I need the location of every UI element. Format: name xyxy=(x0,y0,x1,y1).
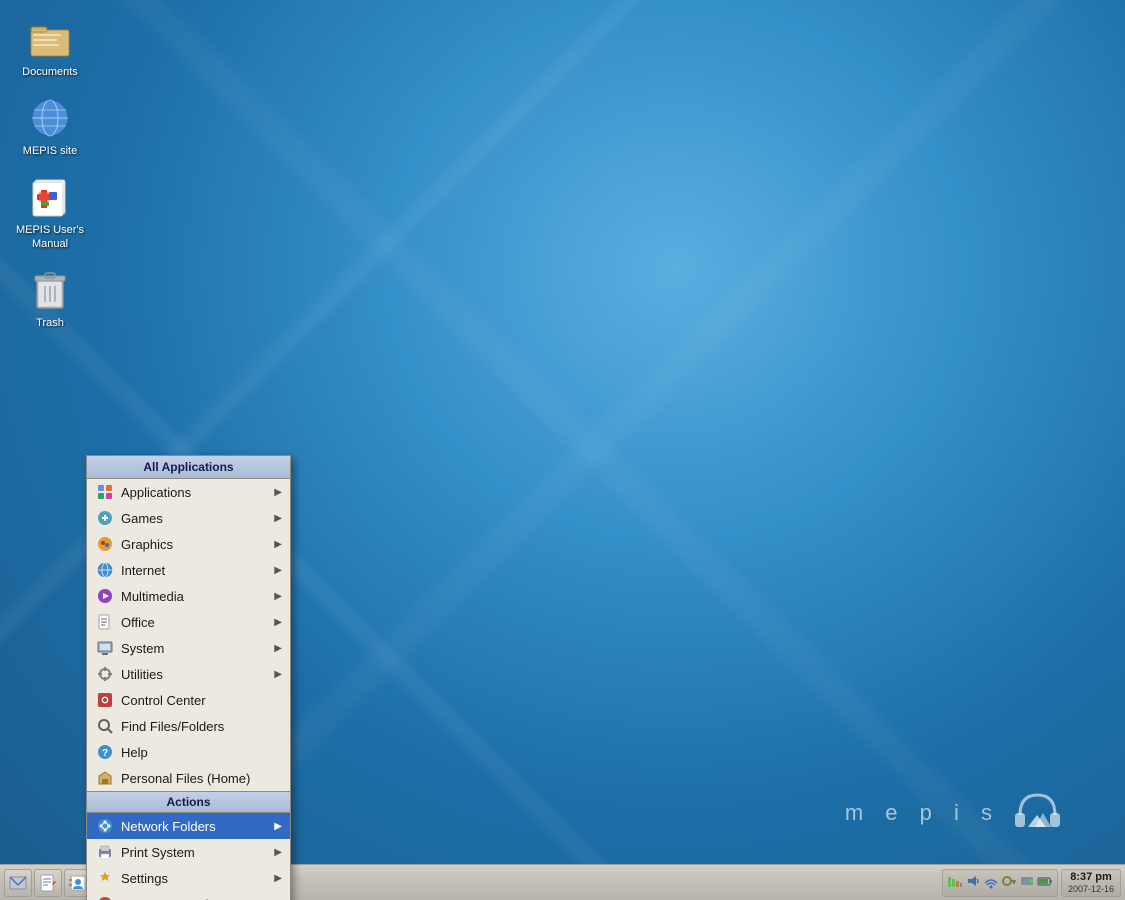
menu-item-utilities[interactable]: Utilities ▶ xyxy=(87,661,290,687)
clock-time: 8:37 pm xyxy=(1070,871,1112,884)
actions-header: Actions xyxy=(87,791,290,813)
menu-header: All Applications xyxy=(87,456,290,479)
menu-item-graphics[interactable]: Graphics ▶ xyxy=(87,531,290,557)
utilities-label: Utilities xyxy=(121,667,274,682)
applications-arrow: ▶ xyxy=(274,487,282,498)
print-system-icon xyxy=(95,842,115,862)
internet-label: Internet xyxy=(121,563,274,578)
menu-item-applications[interactable]: Applications ▶ xyxy=(87,479,290,505)
mepis-manual-icon-img xyxy=(26,173,74,221)
multimedia-arrow: ▶ xyxy=(274,591,282,602)
graphics-arrow: ▶ xyxy=(274,539,282,550)
menu-item-help[interactable]: ? Help xyxy=(87,739,290,765)
settings-icon xyxy=(95,868,115,888)
menu-item-games[interactable]: Games ▶ xyxy=(87,505,290,531)
mepis-site-icon-img xyxy=(26,94,74,142)
system-tray xyxy=(942,869,1058,897)
internet-icon xyxy=(95,560,115,580)
network-folders-arrow: ▶ xyxy=(274,821,282,832)
mepis-logo: m e p i s xyxy=(845,785,1065,840)
system-arrow: ▶ xyxy=(274,643,282,654)
clock-date: 2007-12-16 xyxy=(1068,884,1114,895)
menu-item-office[interactable]: Office ▶ xyxy=(87,609,290,635)
utilities-arrow: ▶ xyxy=(274,669,282,680)
taskbar-text-editor-button[interactable] xyxy=(34,869,62,897)
print-system-label: Print System xyxy=(121,845,274,860)
tray-volume-icon[interactable] xyxy=(965,873,981,892)
trash-icon-img xyxy=(26,266,74,314)
help-label: Help xyxy=(121,745,282,760)
find-files-icon xyxy=(95,716,115,736)
personal-files-label: Personal Files (Home) xyxy=(121,771,282,786)
office-arrow: ▶ xyxy=(274,617,282,628)
run-command-label: Run Command... xyxy=(121,897,282,900)
office-label: Office xyxy=(121,615,274,630)
mepis-manual-icon[interactable]: MEPIS User's Manual xyxy=(10,168,90,255)
tray-wifi-icon[interactable] xyxy=(983,873,999,892)
internet-arrow: ▶ xyxy=(274,565,282,576)
mepis-site-label: MEPIS site xyxy=(23,145,77,158)
menu-item-find-files[interactable]: Find Files/Folders xyxy=(87,713,290,739)
settings-arrow: ▶ xyxy=(274,873,282,884)
network-folders-label: Network Folders xyxy=(121,819,274,834)
tray-battery-icon[interactable] xyxy=(1037,873,1053,892)
menu-item-internet[interactable]: Internet ▶ xyxy=(87,557,290,583)
utilities-icon xyxy=(95,664,115,684)
desktop: Documents MEPIS site xyxy=(0,0,1125,900)
menu-item-multimedia[interactable]: Multimedia ▶ xyxy=(87,583,290,609)
clock[interactable]: 8:37 pm 2007-12-16 xyxy=(1061,869,1121,897)
desktop-icons: Documents MEPIS site xyxy=(10,10,90,335)
tray-drive-icon[interactable] xyxy=(1019,873,1035,892)
graphics-label: Graphics xyxy=(121,537,274,552)
taskbar-mail-button[interactable] xyxy=(4,869,32,897)
settings-label: Settings xyxy=(121,871,274,886)
system-icon xyxy=(95,638,115,658)
print-system-arrow: ▶ xyxy=(274,847,282,858)
control-center-icon xyxy=(95,690,115,710)
menu-item-personal-files[interactable]: Personal Files (Home) xyxy=(87,765,290,791)
office-icon xyxy=(95,612,115,632)
games-label: Games xyxy=(121,511,274,526)
documents-label: Documents xyxy=(22,66,78,79)
mepis-manual-label: MEPIS User's Manual xyxy=(15,224,85,250)
run-command-icon xyxy=(95,894,115,900)
games-arrow: ▶ xyxy=(274,513,282,524)
svg-text:?: ? xyxy=(102,748,108,759)
tray-network-icon[interactable] xyxy=(947,873,963,892)
menu-item-system[interactable]: System ▶ xyxy=(87,635,290,661)
documents-icon-img xyxy=(26,15,74,63)
menu-item-print-system[interactable]: Print System ▶ xyxy=(87,839,290,865)
control-center-label: Control Center xyxy=(121,693,282,708)
personal-files-icon xyxy=(95,768,115,788)
menu-item-network-folders[interactable]: Network Folders ▶ xyxy=(87,813,290,839)
documents-icon[interactable]: Documents xyxy=(10,10,90,84)
taskbar-right: 8:37 pm 2007-12-16 xyxy=(942,869,1121,897)
games-icon xyxy=(95,508,115,528)
trash-label: Trash xyxy=(36,317,64,330)
applications-icon xyxy=(95,482,115,502)
mepis-logo-text: m e p i s xyxy=(845,800,1000,826)
applications-label: Applications xyxy=(121,485,274,500)
menu-item-control-center[interactable]: Control Center xyxy=(87,687,290,713)
menu-item-run-command[interactable]: Run Command... xyxy=(87,891,290,900)
mepis-site-icon[interactable]: MEPIS site xyxy=(10,89,90,163)
tray-key-icon[interactable] xyxy=(1001,873,1017,892)
find-files-label: Find Files/Folders xyxy=(121,719,282,734)
network-folders-icon xyxy=(95,816,115,836)
mepis-logo-icon xyxy=(1010,785,1065,840)
context-menu: All Applications Applications ▶ Games ▶ … xyxy=(86,455,291,900)
multimedia-label: Multimedia xyxy=(121,589,274,604)
help-icon: ? xyxy=(95,742,115,762)
graphics-icon xyxy=(95,534,115,554)
trash-icon[interactable]: Trash xyxy=(10,261,90,335)
menu-item-settings[interactable]: Settings ▶ xyxy=(87,865,290,891)
system-label: System xyxy=(121,641,274,656)
multimedia-icon xyxy=(95,586,115,606)
